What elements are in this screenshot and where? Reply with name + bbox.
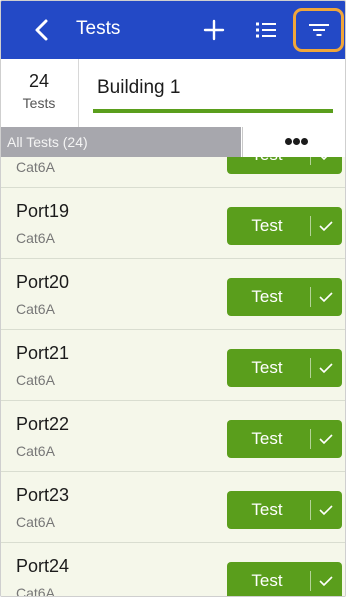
test-button[interactable]: Test: [227, 278, 342, 316]
check-icon: [319, 505, 333, 516]
test-button-label: Test: [251, 429, 283, 448]
list-item[interactable]: Port19 Cat6A Test: [1, 189, 345, 259]
test-button[interactable]: Test: [227, 349, 342, 387]
list-icon[interactable]: [253, 17, 279, 43]
port-name: Port21: [16, 343, 70, 363]
list-item[interactable]: Port22 Cat6A Test: [1, 402, 345, 472]
list-item[interactable]: Port24 Cat6A Test: [1, 544, 345, 597]
check-icon: [319, 221, 333, 232]
test-count-box: 24 Tests: [1, 59, 79, 127]
plus-icon[interactable]: [201, 17, 227, 43]
button-divider: [310, 157, 311, 165]
test-button[interactable]: Test: [227, 562, 342, 596]
port-name: Port19: [16, 201, 70, 221]
page-title: Tests: [76, 18, 121, 39]
button-divider: [310, 287, 311, 307]
list-item[interactable]: Port21 Cat6A Test: [1, 331, 345, 401]
test-button[interactable]: Test: [227, 207, 342, 245]
filter-bar: All Tests (24): [1, 127, 345, 157]
all-tests-tab[interactable]: All Tests (24): [1, 127, 241, 157]
button-divider: [310, 571, 311, 591]
more-horizontal-icon: [285, 138, 292, 145]
list-item[interactable]: Cat6A Test: [1, 157, 345, 188]
test-button[interactable]: Test: [227, 420, 342, 458]
cable-type: Cat6A: [16, 230, 55, 246]
check-icon: [319, 292, 333, 303]
building-name: Building 1: [97, 77, 181, 98]
more-dot: [293, 138, 300, 145]
summary-panel: 24 Tests Building 1: [1, 59, 345, 127]
header-bar: Tests: [1, 1, 345, 59]
test-button-label: Test: [251, 216, 283, 235]
test-count-label: Tests: [22, 95, 56, 111]
progress-bar: [93, 109, 333, 113]
test-button-label: Test: [227, 157, 307, 174]
chevron-left-icon[interactable]: [31, 18, 55, 42]
cable-type: Cat6A: [16, 514, 55, 530]
button-divider: [310, 358, 311, 378]
test-button-label: Test: [251, 287, 283, 306]
test-button-label: Test: [251, 358, 283, 377]
check-icon: [319, 576, 333, 587]
test-button[interactable]: Test: [227, 491, 342, 529]
button-divider: [310, 429, 311, 449]
cable-type: Cat6A: [16, 301, 55, 317]
cable-type: Cat6A: [16, 443, 55, 459]
filter-icon: [309, 24, 329, 36]
button-divider: [310, 216, 311, 236]
more-dot: [301, 138, 308, 145]
port-name: Port20: [16, 272, 70, 292]
app-frame: Tests 24 Tests Building 1 All Tests (24)…: [0, 0, 346, 597]
check-icon: [319, 363, 333, 374]
port-name: Port22: [16, 414, 70, 434]
port-name: Port23: [16, 485, 70, 505]
check-icon: [319, 434, 333, 445]
check-icon: [320, 157, 328, 161]
cable-type: Cat6A: [16, 159, 55, 175]
test-count: 24: [28, 71, 50, 91]
more-options-button[interactable]: [242, 127, 345, 157]
progress-fill: [93, 109, 333, 113]
list-item[interactable]: Port20 Cat6A Test: [1, 260, 345, 330]
button-divider: [310, 500, 311, 520]
list-item[interactable]: Port23 Cat6A Test: [1, 473, 345, 543]
test-list[interactable]: Cat6A Test Port19 Cat6A Test Port20 Cat6…: [1, 157, 345, 597]
test-button[interactable]: Test: [227, 157, 342, 174]
cable-type: Cat6A: [16, 585, 55, 597]
test-button-label: Test: [251, 571, 283, 590]
cable-type: Cat6A: [16, 372, 55, 388]
port-name: Port24: [16, 556, 70, 576]
filter-button[interactable]: [293, 8, 344, 52]
test-button-label: Test: [251, 500, 283, 519]
